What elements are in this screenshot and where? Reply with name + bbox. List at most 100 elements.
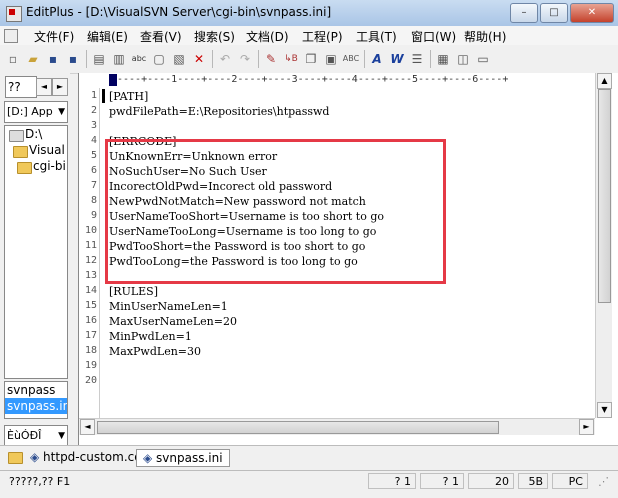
- line-number-gutter: 1 2 3 4 5 6 7 8 9 10 11 12 13 14 15 16 17 18 19 20: [79, 88, 100, 418]
- menu-window[interactable]: 窗口(W): [411, 28, 456, 45]
- pen-icon[interactable]: ✎: [262, 50, 280, 68]
- line-number: 10: [84, 225, 97, 236]
- print-icon[interactable]: ▥: [110, 50, 128, 68]
- document-menu-icon[interactable]: [4, 29, 18, 43]
- print-preview-icon[interactable]: ▤: [90, 50, 108, 68]
- window-title: EditPlus - [D:\VisualSVN Server\cgi-bin\…: [26, 5, 332, 19]
- code-line[interactable]: [RULES]: [109, 285, 158, 298]
- scroll-left-icon[interactable]: ◄: [80, 419, 95, 435]
- tree-item[interactable]: cgi-bi: [33, 159, 66, 173]
- text-caret: [102, 89, 105, 103]
- code-line[interactable]: MinUserNameLen=1: [109, 300, 228, 313]
- drive-select[interactable]: [D:] App ▼: [4, 101, 68, 123]
- errcode-highlight-box: [105, 139, 446, 284]
- code-line[interactable]: pwdFilePath=E:\Repositories\htpasswd: [109, 105, 329, 118]
- drive-icon: [9, 130, 24, 142]
- wordwrap-icon[interactable]: W: [388, 50, 406, 68]
- status-total-lines: 20: [468, 473, 514, 489]
- spellcheck-icon[interactable]: abc: [130, 50, 148, 68]
- code-line[interactable]: MinPwdLen=1: [109, 330, 192, 343]
- toolbar: ▫ ▰ ▪ ▪ ▤ ▥ abc ▢ ▧ ✕ ↶ ↷ ✎ ↳B ❐ ▣ ABC A…: [0, 45, 618, 74]
- menu-tools[interactable]: 工具(T): [356, 28, 397, 45]
- menu-bar: 文件(F) 编辑(E) 查看(V) 搜索(S) 文档(D) 工程(P) 工具(T…: [0, 26, 618, 45]
- vertical-scroll-thumb[interactable]: [598, 89, 611, 303]
- menu-help[interactable]: 帮助(H): [464, 28, 506, 45]
- line-number: 13: [84, 270, 97, 281]
- tree-item[interactable]: Visual: [29, 143, 65, 157]
- line-number: 14: [84, 285, 97, 296]
- line-number: 6: [90, 165, 97, 176]
- editplus-window: EditPlus - [D:\VisualSVN Server\cgi-bin\…: [0, 0, 618, 498]
- line-number: 4: [90, 135, 97, 146]
- menu-project[interactable]: 工程(P): [302, 28, 343, 45]
- menu-view[interactable]: 查看(V): [140, 28, 182, 45]
- drive-label: [D:] App: [7, 105, 53, 118]
- copy-icon[interactable]: ❐: [302, 50, 320, 68]
- line-number: 20: [84, 375, 97, 386]
- new-file-icon[interactable]: ▫: [4, 50, 22, 68]
- ruler-text: ----+----1----+----2----+----3----+----4…: [117, 74, 509, 85]
- redo-icon[interactable]: ↷: [236, 50, 254, 68]
- resize-grip-icon[interactable]: ⋰: [592, 473, 614, 489]
- tab-httpd-custom[interactable]: ◈ httpd-custom.co: [30, 449, 142, 465]
- save-all-icon[interactable]: ▪: [64, 50, 82, 68]
- document-icon: ◈: [143, 451, 157, 465]
- code-line[interactable]: MaxUserNameLen=20: [109, 315, 237, 328]
- line-number: 8: [90, 195, 97, 206]
- menu-file[interactable]: 文件(F): [34, 28, 74, 45]
- find-icon[interactable]: ▢: [150, 50, 168, 68]
- file-item[interactable]: svnpass: [5, 382, 67, 398]
- ruler-cursor: [109, 74, 117, 86]
- line-number: 15: [84, 300, 97, 311]
- vertical-scrollbar[interactable]: ▲ ▼: [595, 73, 612, 418]
- line-number-icon[interactable]: ☰: [408, 50, 426, 68]
- file-type-select[interactable]: ÈùÓÐÎ ▼: [4, 425, 68, 447]
- directory-window-icon[interactable]: ◫: [454, 50, 472, 68]
- output-window-icon[interactable]: ▭: [474, 50, 492, 68]
- line-number: 18: [84, 345, 97, 356]
- code-line[interactable]: [PATH]: [109, 90, 148, 103]
- tab-label: svnpass.ini: [156, 451, 223, 465]
- panel-tab[interactable]: ??: [5, 76, 37, 98]
- horizontal-scroll-thumb[interactable]: [97, 421, 499, 434]
- menu-edit[interactable]: 编辑(E): [87, 28, 128, 45]
- column-icon[interactable]: ABC: [342, 50, 360, 68]
- tab-svnpass[interactable]: ◈ svnpass.ini: [136, 449, 230, 467]
- menu-search[interactable]: 搜索(S): [194, 28, 235, 45]
- folder-icon: [8, 452, 23, 464]
- font-icon[interactable]: A: [368, 50, 386, 68]
- panel-next-icon[interactable]: ►: [52, 78, 68, 96]
- line-number: 7: [90, 180, 97, 191]
- file-type-label: ÈùÓÐÎ: [7, 429, 42, 442]
- maximize-button[interactable]: □: [540, 3, 568, 23]
- editor-area[interactable]: ----+----1----+----2----+----3----+----4…: [78, 73, 618, 445]
- line-number: 17: [84, 330, 97, 341]
- folder-tree[interactable]: D:\ Visual cgi-bi: [4, 125, 68, 379]
- scroll-right-icon[interactable]: ►: [579, 419, 594, 435]
- ruler-icon[interactable]: ▦: [434, 50, 452, 68]
- tree-item[interactable]: D:\: [25, 127, 42, 141]
- minimize-button[interactable]: –: [510, 3, 538, 23]
- close-button[interactable]: ✕: [570, 3, 614, 23]
- undo-icon[interactable]: ↶: [216, 50, 234, 68]
- scroll-up-icon[interactable]: ▲: [597, 73, 612, 89]
- folder-open-icon: [13, 146, 28, 158]
- paste-icon[interactable]: ▣: [322, 50, 340, 68]
- panel-prev-icon[interactable]: ◄: [36, 78, 52, 96]
- replace-icon[interactable]: ↳B: [282, 50, 300, 68]
- menu-document[interactable]: 文档(D): [246, 28, 289, 45]
- open-folder-icon[interactable]: ▰: [24, 50, 42, 68]
- line-number: 9: [90, 210, 97, 221]
- status-message: ?????,?? F1: [9, 475, 71, 488]
- file-item-selected[interactable]: svnpass.ini: [5, 398, 67, 414]
- line-number: 16: [84, 315, 97, 326]
- delete-icon[interactable]: ✕: [190, 50, 208, 68]
- horizontal-scrollbar[interactable]: ◄ ►: [79, 418, 595, 435]
- scroll-down-icon[interactable]: ▼: [597, 402, 612, 418]
- status-format: PC: [552, 473, 588, 489]
- title-bar[interactable]: EditPlus - [D:\VisualSVN Server\cgi-bin\…: [0, 0, 618, 26]
- file-list[interactable]: svnpass svnpass.ini: [4, 381, 68, 419]
- find-replace-icon[interactable]: ▧: [170, 50, 188, 68]
- code-line[interactable]: MaxPwdLen=30: [109, 345, 201, 358]
- save-icon[interactable]: ▪: [44, 50, 62, 68]
